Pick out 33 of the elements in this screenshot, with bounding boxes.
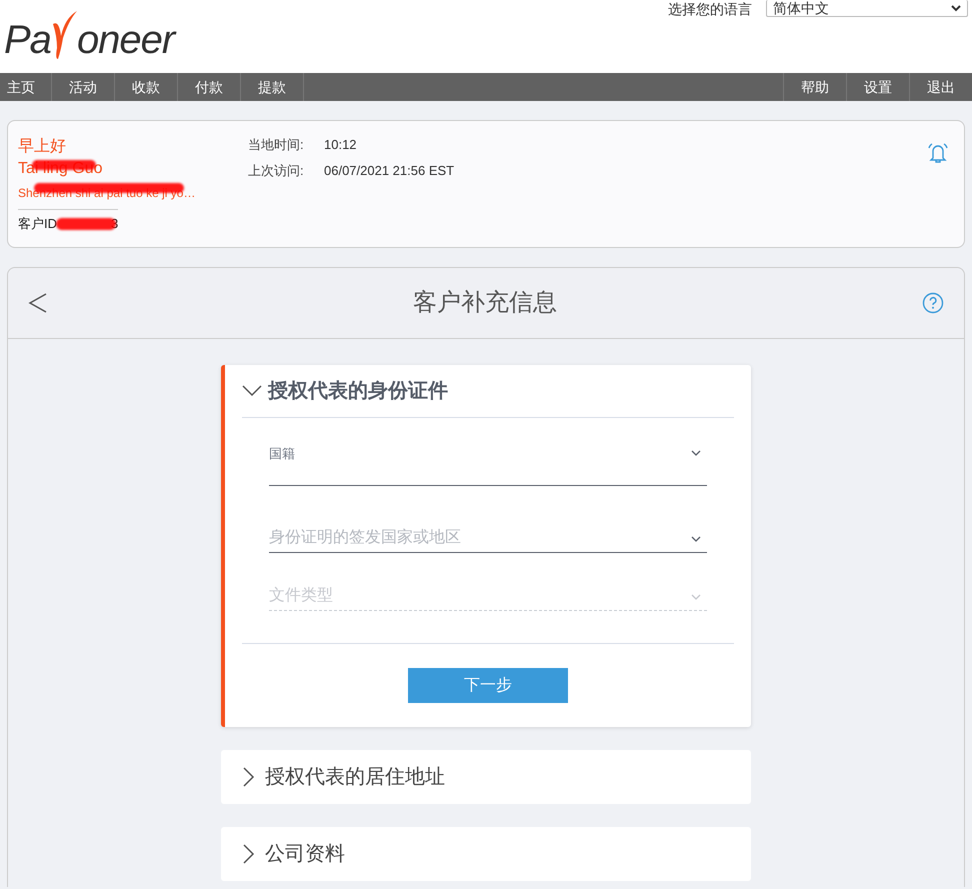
info-label: 上次访问: [248, 162, 305, 180]
nav-link[interactable]: 帮助 [783, 73, 846, 101]
chevron-right-icon [243, 844, 255, 864]
nav-link[interactable]: 活动 [52, 73, 115, 101]
bell-icon[interactable] [926, 141, 950, 165]
nav-link[interactable]: 收款 [115, 73, 178, 101]
back-icon[interactable] [28, 292, 48, 314]
language-label: 选择您的语言 [668, 0, 752, 16]
nav-link[interactable]: 付款 [178, 73, 241, 101]
nav-link[interactable]: 设置 [846, 73, 909, 101]
language-select[interactable]: 简体中文 [766, 0, 968, 17]
select-field: 文件类型 [269, 573, 707, 611]
help-icon[interactable] [922, 292, 944, 314]
payoneer-logo[interactable]: Pa oneer [4, 10, 174, 60]
info-value: 06/07/2021 21:56 EST [324, 162, 454, 180]
nav-link[interactable]: 退出 [909, 73, 972, 101]
chevron-down-icon [242, 385, 262, 397]
greeting: 早上好 [18, 137, 67, 157]
customer-id-label: 客户ID [18, 215, 57, 233]
info-value: 10:12 [324, 136, 357, 154]
chevron-down-icon [691, 536, 701, 542]
chevron-down-icon [691, 450, 701, 456]
nav-link[interactable]: 主页 [0, 73, 52, 101]
section-header[interactable]: 授权代表的身份证件 [242, 365, 734, 418]
caret-icon [951, 4, 961, 12]
page-title: 客户补充信息 [413, 288, 557, 318]
info-label: 当地时间: [248, 136, 305, 154]
chevron-down-icon [691, 594, 701, 600]
nav-link[interactable]: 提款 [241, 73, 304, 101]
section-header[interactable]: 公司资料 [221, 827, 751, 881]
section-header[interactable]: 授权代表的居住地址 [221, 750, 751, 804]
select-field[interactable]: 国籍 [269, 430, 707, 486]
chevron-right-icon [243, 767, 255, 787]
